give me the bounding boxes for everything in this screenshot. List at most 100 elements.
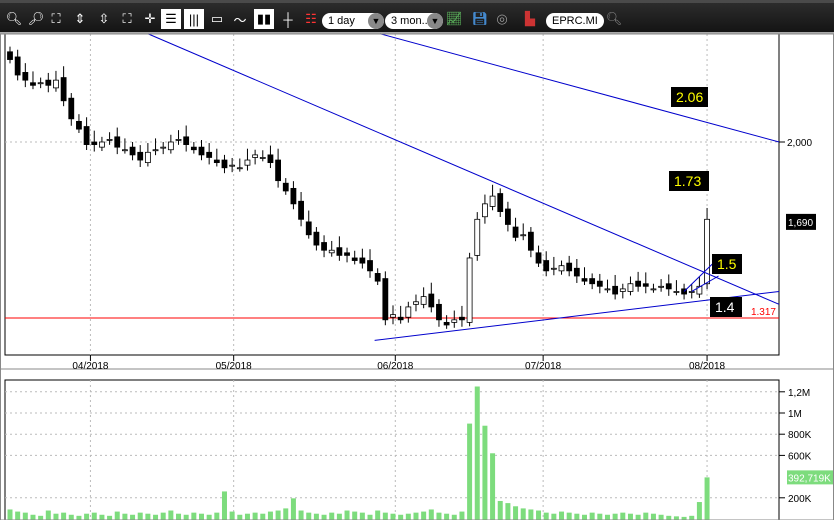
candle-body xyxy=(344,252,350,256)
volume-bar xyxy=(61,512,67,520)
candle-body xyxy=(673,291,680,293)
volume-bar xyxy=(260,513,266,520)
candle-body xyxy=(275,159,282,182)
volume-bar xyxy=(160,512,166,520)
annotation-text: 2.06 xyxy=(676,89,704,105)
candle-body xyxy=(527,231,534,251)
candle-body xyxy=(252,154,259,158)
volume-bar xyxy=(559,511,565,520)
candle-body xyxy=(474,218,481,256)
candle-body xyxy=(321,242,327,251)
volume-bar xyxy=(130,514,136,520)
volume-bar xyxy=(474,386,480,520)
volume-bar xyxy=(344,510,350,520)
volume-bar xyxy=(122,513,128,520)
candle-body xyxy=(688,291,695,293)
candle-body xyxy=(650,288,657,291)
volume-bar xyxy=(145,513,151,520)
volume-bar xyxy=(91,512,97,520)
candle-body xyxy=(642,283,649,287)
volume-bar xyxy=(451,514,457,520)
volume-bar xyxy=(666,515,672,520)
volume-tick-label: 600K xyxy=(788,451,812,462)
volume-bar xyxy=(635,514,641,520)
candle-body xyxy=(259,157,266,159)
candle-body xyxy=(436,303,442,321)
annotation-label: 1.5 xyxy=(712,254,742,274)
x-tick-label: 05/2018 xyxy=(216,361,253,372)
volume-bar xyxy=(99,514,105,520)
volume-bar xyxy=(290,498,296,520)
candle-body xyxy=(282,182,289,192)
volume-bar xyxy=(696,502,702,520)
volume-bar xyxy=(405,513,411,520)
candle-body xyxy=(7,51,13,60)
price-chart[interactable]: 04/2018 05/2018 06/2018 07/2018 08/2018 2,000… xyxy=(0,0,834,520)
volume-bar xyxy=(367,514,373,520)
volume-bar xyxy=(505,503,511,520)
candle-body xyxy=(619,288,626,292)
candle-body xyxy=(53,79,59,89)
annotation-label: 1.73 xyxy=(669,171,709,191)
candle-body xyxy=(566,262,573,272)
volume-bar xyxy=(604,514,610,520)
candle-body xyxy=(367,260,373,272)
volume-bar xyxy=(336,513,342,520)
candle-body xyxy=(45,79,52,86)
annotation-text: 1.73 xyxy=(674,173,702,189)
candle-body xyxy=(68,97,75,120)
volume-bar xyxy=(650,513,656,520)
volume-bar xyxy=(306,512,312,520)
candle-body xyxy=(221,159,228,169)
volume-bar xyxy=(45,510,51,520)
candle-body xyxy=(428,293,435,308)
volume-bar xyxy=(176,513,182,520)
volume-bar xyxy=(627,513,633,520)
candle-body xyxy=(244,159,251,166)
candle-body xyxy=(550,267,557,270)
candle-body xyxy=(267,154,274,164)
volume-bar xyxy=(22,512,28,520)
volume-bar xyxy=(298,510,304,520)
candle-body xyxy=(504,208,511,225)
volume-plot-area xyxy=(4,379,780,520)
candle-body xyxy=(22,72,29,81)
volume-bar xyxy=(191,512,197,520)
candle-body xyxy=(459,316,465,321)
price-plot-area xyxy=(4,33,780,356)
volume-bar xyxy=(375,510,381,520)
volume-bar xyxy=(267,511,273,520)
candle-body xyxy=(351,257,358,261)
candle-body xyxy=(573,267,580,277)
volume-bar xyxy=(528,509,534,520)
annotation-text: 1.4 xyxy=(715,299,735,315)
volume-tick-label: 200K xyxy=(788,494,812,505)
volume-bar xyxy=(390,513,396,520)
candle-body xyxy=(390,314,396,318)
volume-bar xyxy=(107,515,113,520)
candle-body xyxy=(137,151,144,161)
volume-bar xyxy=(574,513,580,520)
x-tick-label: 06/2018 xyxy=(377,361,414,372)
candle-body xyxy=(236,167,243,170)
volume-bar xyxy=(114,511,120,520)
candle-body xyxy=(290,187,297,205)
volume-bar xyxy=(352,511,358,520)
volume-bar xyxy=(38,515,44,520)
candle-body xyxy=(83,126,90,145)
volume-bar xyxy=(643,512,649,520)
volume-tick-label: 1M xyxy=(788,409,802,420)
candle-body xyxy=(382,278,389,321)
volume-bar xyxy=(199,513,204,520)
volume-bar xyxy=(689,515,695,520)
candle-body xyxy=(596,280,603,287)
x-tick-label: 08/2018 xyxy=(689,361,726,372)
volume-bar xyxy=(221,491,227,520)
x-tick-label: 07/2018 xyxy=(525,361,562,372)
volume-bar xyxy=(359,512,365,520)
volume-bar xyxy=(206,514,212,520)
last-volume-label: 392,719K xyxy=(788,473,831,484)
candle-body xyxy=(60,77,67,102)
volume-bar xyxy=(459,511,465,520)
candle-body xyxy=(167,141,174,151)
